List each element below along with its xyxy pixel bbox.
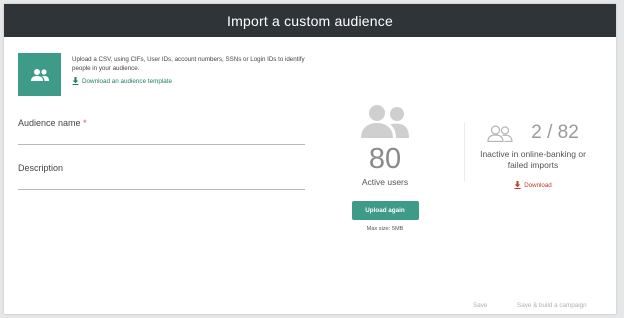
max-size-note: Max size: 5MB: [366, 226, 404, 232]
upload-description: Upload a CSV, using CIFs, User IDs, acco…: [72, 56, 305, 72]
inactive-label: Inactive in online-banking or failed imp…: [480, 149, 586, 170]
save-build-campaign-button[interactable]: Save & build a campaign: [517, 302, 587, 309]
import-dialog: Import a custom audience Upload a CSV, u…: [4, 4, 616, 314]
description-label: Description: [18, 163, 64, 173]
audience-name-field: Audience name *: [18, 118, 305, 145]
active-users-panel: 80 Active users Upload again Max size: 5…: [342, 104, 428, 232]
users-icon: [30, 68, 49, 81]
audience-name-input[interactable]: [18, 144, 305, 145]
users-icon: [361, 105, 409, 138]
inactive-users-panel: 2 / 82 Inactive in online-banking or fai…: [472, 122, 594, 194]
inactive-ratio: 2 / 82: [531, 122, 579, 143]
divider: [464, 122, 465, 182]
save-button[interactable]: Save: [473, 302, 487, 309]
upload-info: Upload a CSV, using CIFs, User IDs, acco…: [18, 53, 312, 96]
active-users-label: Active users: [361, 177, 409, 187]
dialog-title: Import a custom audience: [227, 12, 393, 29]
download-icon: [72, 77, 79, 85]
download-icon: [514, 181, 521, 189]
audience-name-label: Audience name: [18, 118, 81, 128]
description-input[interactable]: [18, 189, 305, 190]
active-users-count: 80: [368, 143, 402, 175]
users-outline-icon: [487, 124, 513, 142]
description-field: Description: [18, 163, 305, 190]
download-template-label: Download an audience template: [82, 77, 172, 85]
download-inactive-link[interactable]: Download: [514, 181, 552, 189]
download-template-link[interactable]: Download an audience template: [72, 77, 312, 85]
users-tile: [18, 53, 61, 96]
download-label: Download: [524, 181, 552, 189]
upload-again-button[interactable]: Upload again: [351, 201, 419, 220]
required-marker: *: [83, 118, 87, 128]
dialog-header: Import a custom audience: [4, 4, 616, 37]
